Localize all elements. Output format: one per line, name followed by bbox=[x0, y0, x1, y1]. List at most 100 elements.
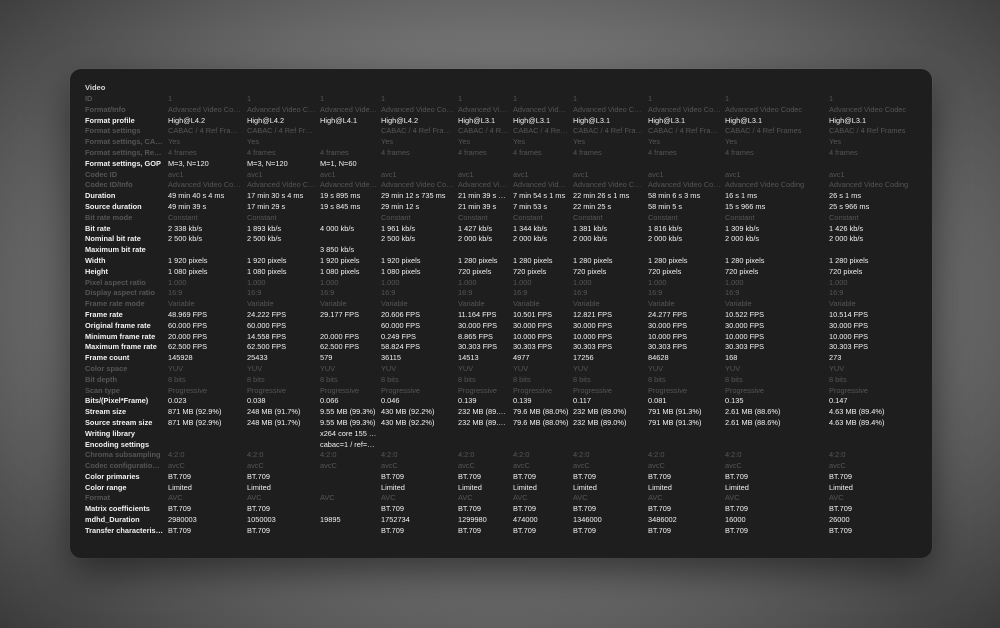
table-cell: 1.000 bbox=[573, 277, 592, 287]
table-cell: 10.000 FPS bbox=[725, 331, 765, 341]
table-cell: 720 pixels bbox=[829, 266, 863, 276]
table-cell: 2.61 MB (88.6%) bbox=[725, 417, 781, 427]
table-cell: 60.000 FPS bbox=[168, 320, 208, 330]
table-cell bbox=[573, 159, 648, 170]
row-label: Pixel aspect ratio bbox=[85, 277, 146, 287]
table-cell: 1 381 kb/s bbox=[573, 223, 608, 233]
table-cell: 1 bbox=[168, 94, 173, 103]
table-cell: 232 MB (89.0%) bbox=[573, 417, 627, 427]
table-cell: Limited bbox=[247, 482, 271, 492]
table-row: Matrix coefficients BT.709 BT.709 BT.709 BT.… bbox=[70, 504, 932, 515]
table-cell: Constant bbox=[247, 212, 277, 222]
table-cell: 58 min 5 s bbox=[648, 201, 683, 211]
table-cell: 20.000 FPS bbox=[320, 331, 360, 341]
table-cell: BT.709 bbox=[829, 504, 853, 514]
table-cell: 1 309 kb/s bbox=[725, 223, 760, 233]
table-cell: 1.000 bbox=[458, 277, 477, 287]
table-cell bbox=[648, 440, 725, 451]
table-cell: 10.000 FPS bbox=[648, 331, 688, 341]
table-cell: 16:9 bbox=[725, 288, 740, 298]
table-cell: 15 s 966 ms bbox=[725, 201, 766, 211]
table-cell: CABAC / 4 Ref Frames bbox=[725, 126, 802, 136]
table-cell: 4977 bbox=[513, 353, 530, 363]
table-cell: 720 pixels bbox=[458, 266, 492, 276]
table-cell: CABAC / 4 Ref Frames bbox=[168, 126, 245, 136]
table-cell bbox=[320, 483, 381, 494]
table-cell bbox=[513, 159, 573, 170]
table-cell: 30.000 FPS bbox=[458, 320, 498, 330]
table-cell: YUV bbox=[458, 363, 474, 373]
table-cell: Advanced Video Coding bbox=[829, 180, 909, 190]
table-cell: avcC bbox=[513, 461, 530, 471]
table-cell: 4 000 kb/s bbox=[320, 223, 355, 233]
row-label: Format settings, CABAC bbox=[85, 137, 168, 147]
table-cell: YUV bbox=[648, 363, 664, 373]
row-label: Writing library bbox=[85, 428, 135, 438]
table-cell bbox=[320, 526, 381, 537]
table-cell: 1.000 bbox=[381, 277, 400, 287]
table-cell: AVC bbox=[381, 493, 396, 503]
table-cell: 24.277 FPS bbox=[648, 309, 688, 319]
table-cell: 30.000 FPS bbox=[513, 320, 553, 330]
table-cell: 430 MB (92.2%) bbox=[381, 407, 435, 417]
row-label: Original frame rate bbox=[85, 320, 151, 330]
table-cell: 474000 bbox=[513, 515, 538, 525]
table-cell: High@L4.2 bbox=[381, 115, 419, 125]
table-cell: BT.709 bbox=[573, 525, 597, 535]
table-cell: 30.303 FPS bbox=[573, 342, 613, 352]
table-cell: 58.824 FPS bbox=[381, 342, 421, 352]
table-cell: BT.709 bbox=[573, 504, 597, 514]
table-cell bbox=[513, 429, 573, 440]
table-cell: 1 961 kb/s bbox=[381, 223, 416, 233]
row-label: Format settings, GOP bbox=[85, 158, 161, 168]
table-cell: BT.709 bbox=[725, 504, 749, 514]
table-cell: 30.000 FPS bbox=[725, 320, 765, 330]
table-cell bbox=[513, 440, 573, 451]
table-cell: 0.081 bbox=[648, 396, 667, 406]
table-cell: 0.139 bbox=[513, 396, 532, 406]
table-cell: BT.709 bbox=[725, 525, 749, 535]
table-cell: 248 MB (91.7%) bbox=[247, 417, 301, 427]
table-cell: 4 frames bbox=[573, 147, 602, 157]
table-cell: 1 280 pixels bbox=[725, 255, 765, 265]
table-cell: Limited bbox=[513, 482, 537, 492]
table-cell: 8 bits bbox=[725, 374, 743, 384]
table-cell: Variable bbox=[648, 299, 675, 309]
table-cell bbox=[725, 440, 829, 451]
table-cell: 30.303 FPS bbox=[458, 342, 498, 352]
table-cell: 17 min 29 s bbox=[247, 201, 286, 211]
video-info-table-wrap[interactable]: ID 1 1 1 1 1 1 1 1 1 1 Format/Info Advanced Video Co… bbox=[70, 94, 932, 537]
table-cell: 1 080 pixels bbox=[320, 266, 360, 276]
table-row: Format settings, ReFrames4 frames4 frame… bbox=[70, 148, 932, 159]
table-cell: 10.522 FPS bbox=[725, 309, 765, 319]
table-cell: Advanced Video Codec bbox=[320, 104, 381, 114]
table-row: Bit rate mode Constant Constant Constant Con… bbox=[70, 213, 932, 224]
table-cell: Yes bbox=[247, 137, 260, 147]
table-cell: BT.709 bbox=[648, 471, 672, 481]
table-cell: 2 000 kb/s bbox=[573, 234, 608, 244]
table-row: Pixel aspect ratio 1.000 1.000 1.000 1.000 1.… bbox=[70, 278, 932, 289]
table-cell: 9.55 MB (99.3%) bbox=[320, 407, 376, 417]
table-cell: Advanced Video Codec bbox=[725, 104, 803, 114]
table-cell: High@L3.1 bbox=[648, 115, 686, 125]
table-cell: Yes bbox=[573, 137, 586, 147]
table-cell bbox=[725, 245, 829, 256]
row-label: Bit depth bbox=[85, 374, 118, 384]
table-cell: 791 MB (91.3%) bbox=[648, 407, 702, 417]
table-row: Frame count 145928 25433 579 36115 14513 4977 1… bbox=[70, 353, 932, 364]
table-cell: BT.709 bbox=[458, 504, 482, 514]
table-cell bbox=[458, 159, 513, 170]
table-cell: High@L4.2 bbox=[168, 115, 206, 125]
table-cell bbox=[168, 245, 247, 256]
table-row: Source stream size 871 MB (92.9%) 248 MB (… bbox=[70, 418, 932, 429]
table-row: Color range Limited Limited Limited Limited L… bbox=[70, 483, 932, 494]
table-cell: 1 080 pixels bbox=[168, 266, 208, 276]
table-cell: Advanced Video Codec bbox=[168, 104, 246, 114]
table-cell: avc1 bbox=[648, 169, 664, 179]
table-cell: avc1 bbox=[829, 169, 845, 179]
table-cell: Limited bbox=[829, 482, 853, 492]
row-label: Duration bbox=[85, 191, 116, 201]
table-cell: 4:2:0 bbox=[829, 450, 846, 460]
table-cell: 8 bits bbox=[168, 374, 186, 384]
table-cell: 2 500 kb/s bbox=[247, 234, 282, 244]
